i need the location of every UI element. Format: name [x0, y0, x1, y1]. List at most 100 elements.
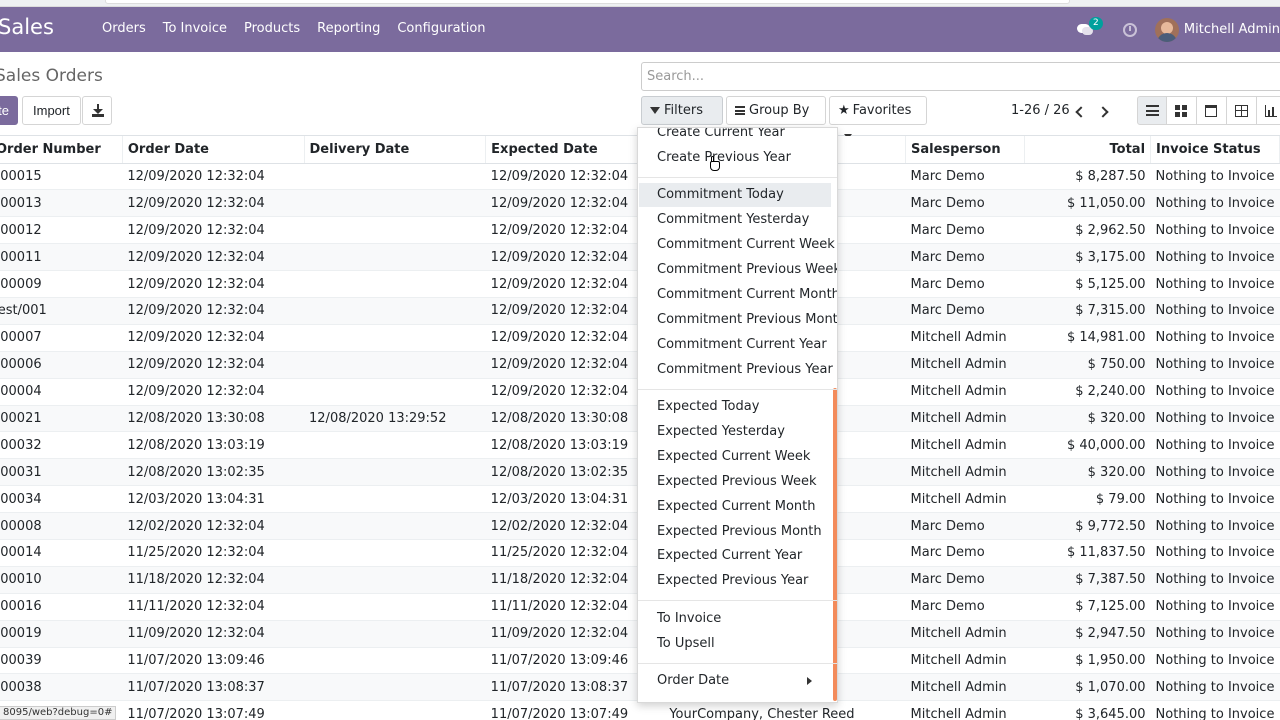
control-panel: Sales Orders Create Import Search... Fil… [0, 52, 1280, 139]
browser-url-bar[interactable] [105, 0, 1070, 4]
table-cell: Nothing to Invoice [1150, 297, 1280, 325]
favorites-button[interactable]: ★ Favorites [829, 96, 927, 139]
table-cell: Marc Demo [905, 593, 1025, 621]
calendar-view-button[interactable] [1197, 96, 1227, 125]
table-cell: Nothing to Invoice [1150, 673, 1280, 702]
table-cell: 12/09/2020 12:32:04 [122, 216, 305, 245]
kanban-view-button[interactable] [1167, 96, 1197, 125]
filter-option[interactable]: Expected Previous Year [638, 569, 830, 593]
user-name[interactable]: Mitchell Admin [1184, 22, 1280, 37]
list-view-button[interactable] [1137, 96, 1167, 125]
pager-next-button[interactable] [1097, 102, 1113, 118]
table-cell: Nothing to Invoice [1150, 620, 1280, 648]
filters-dropdown: Create Current Year Create Previous Year C… [637, 127, 838, 703]
order-number: S00032 [0, 437, 42, 453]
chevron-left-icon [1075, 106, 1087, 118]
menu-to-invoice[interactable]: To Invoice [163, 21, 227, 36]
table-cell: 12/09/2020 12:32:04 [122, 163, 305, 191]
table-cell: Marc Demo [905, 243, 1025, 272]
filter-option[interactable]: Commitment Today [639, 183, 831, 208]
avatar[interactable] [1154, 17, 1179, 42]
filter-option[interactable]: Expected Today [638, 395, 830, 419]
table-row[interactable]: S0003711/07/2020 13:07:4911/07/2020 13:0… [0, 700, 1280, 720]
filter-option[interactable]: Expected Current Month [638, 495, 830, 519]
browser-chrome-strip [0, 0, 1280, 7]
create-button[interactable]: Create [0, 96, 18, 125]
table-cell: Mitchell Admin [905, 458, 1025, 487]
pager-previous-button[interactable] [1073, 102, 1087, 118]
menu-configuration[interactable]: Configuration [397, 21, 485, 36]
filter-option[interactable]: Create Previous Year [638, 146, 830, 170]
table-cell: S00008 [0, 512, 123, 540]
dropdown-scrollbar[interactable] [833, 388, 837, 701]
table-cell [304, 593, 486, 621]
chat-icon[interactable]: 2 [1076, 16, 1103, 38]
table-cell: $ 750.00 [1024, 351, 1151, 379]
table-cell: Test/001 [0, 297, 123, 325]
table-cell: 12/08/2020 13:03:19 [122, 431, 305, 460]
column-salesperson[interactable]: Salesperson [905, 136, 1026, 164]
filter-option[interactable]: Commitment Previous Week [638, 258, 837, 282]
filter-option[interactable]: Create Current Year [638, 128, 830, 145]
filter-option[interactable]: Expected Previous Week [638, 470, 830, 494]
graph-view-button[interactable] [1257, 96, 1280, 125]
column-invoice-status[interactable]: Invoice Status [1150, 136, 1280, 164]
import-button[interactable]: Import [22, 96, 81, 125]
view-switcher [1137, 96, 1280, 125]
group-by-button[interactable]: Group By [726, 96, 826, 139]
table-cell: 12/09/2020 12:32:04 [122, 324, 305, 352]
export-button[interactable] [82, 96, 112, 125]
dropdown-separator [638, 388, 837, 390]
table-cell: $ 7,315.00 [1024, 297, 1151, 325]
table-cell: $ 7,125.00 [1024, 593, 1151, 621]
table-cell: Mitchell Admin [905, 485, 1025, 514]
filter-option[interactable]: Expected Yesterday [638, 420, 830, 444]
table-cell: 12/09/2020 12:32:04 [122, 243, 305, 272]
table-cell: Marc Demo [905, 216, 1025, 245]
table-cell [304, 163, 486, 191]
filter-option[interactable]: Commitment Previous Month [638, 308, 837, 332]
filter-option[interactable]: Commitment Current Week [638, 233, 835, 257]
table-cell: Mitchell Admin [905, 405, 1025, 433]
search-input[interactable]: Search... [641, 62, 1280, 91]
order-number: S00004 [0, 384, 42, 400]
column-order-number[interactable]: Order Number [0, 136, 123, 164]
filters-button[interactable]: Filters [641, 96, 723, 139]
table-cell: 12/08/2020 13:30:08 [122, 405, 305, 433]
chevron-right-icon [1097, 106, 1109, 118]
filter-option[interactable]: Commitment Current Year [638, 333, 830, 357]
app-name[interactable]: Sales [0, 15, 54, 39]
table-cell: Mitchell Admin [905, 620, 1025, 648]
filter-option[interactable]: Commitment Previous Year [638, 358, 833, 382]
filter-option[interactable]: Expected Current Week [638, 445, 830, 469]
filter-option[interactable]: Expected Current Year [638, 544, 830, 568]
menu-orders[interactable]: Orders [102, 21, 146, 36]
table-cell: YourCompany, Chester Reed [667, 700, 906, 720]
filter-option[interactable]: Commitment Yesterday [638, 208, 830, 232]
group-by-label: Group By [749, 103, 810, 118]
pivot-view-button[interactable] [1227, 96, 1257, 125]
filter-option[interactable]: Expected Previous Month [638, 520, 830, 544]
table-cell: S00039 [0, 647, 123, 675]
table-cell [304, 297, 486, 325]
pager-value[interactable]: 1-26 / 26 [1011, 103, 1070, 118]
filter-option[interactable]: To Upsell [638, 632, 830, 656]
filter-option[interactable]: To Invoice [638, 607, 830, 631]
column-delivery-date[interactable]: Delivery Date [304, 136, 487, 164]
filter-option[interactable]: Order Date [638, 669, 830, 693]
column-total[interactable]: Total [1024, 136, 1152, 164]
table-cell: $ 2,947.50 [1024, 620, 1151, 648]
table-cell [304, 189, 486, 218]
order-number: S00031 [0, 464, 42, 480]
table-cell: 11/07/2020 13:08:37 [122, 673, 305, 702]
table-cell: 12/09/2020 12:32:04 [122, 297, 305, 325]
menu-reporting[interactable]: Reporting [317, 21, 380, 36]
filter-option[interactable]: Commitment Current Month [638, 283, 837, 307]
activity-clock-icon[interactable] [1122, 22, 1137, 37]
filters-label: Filters [664, 103, 703, 118]
table-cell: Mitchell Admin [905, 647, 1025, 675]
menu-products[interactable]: Products [244, 21, 300, 36]
column-order-date[interactable]: Order Date [122, 136, 305, 164]
main-menu: Orders To Invoice Products Reporting Con… [102, 21, 503, 36]
table-cell [304, 431, 486, 460]
